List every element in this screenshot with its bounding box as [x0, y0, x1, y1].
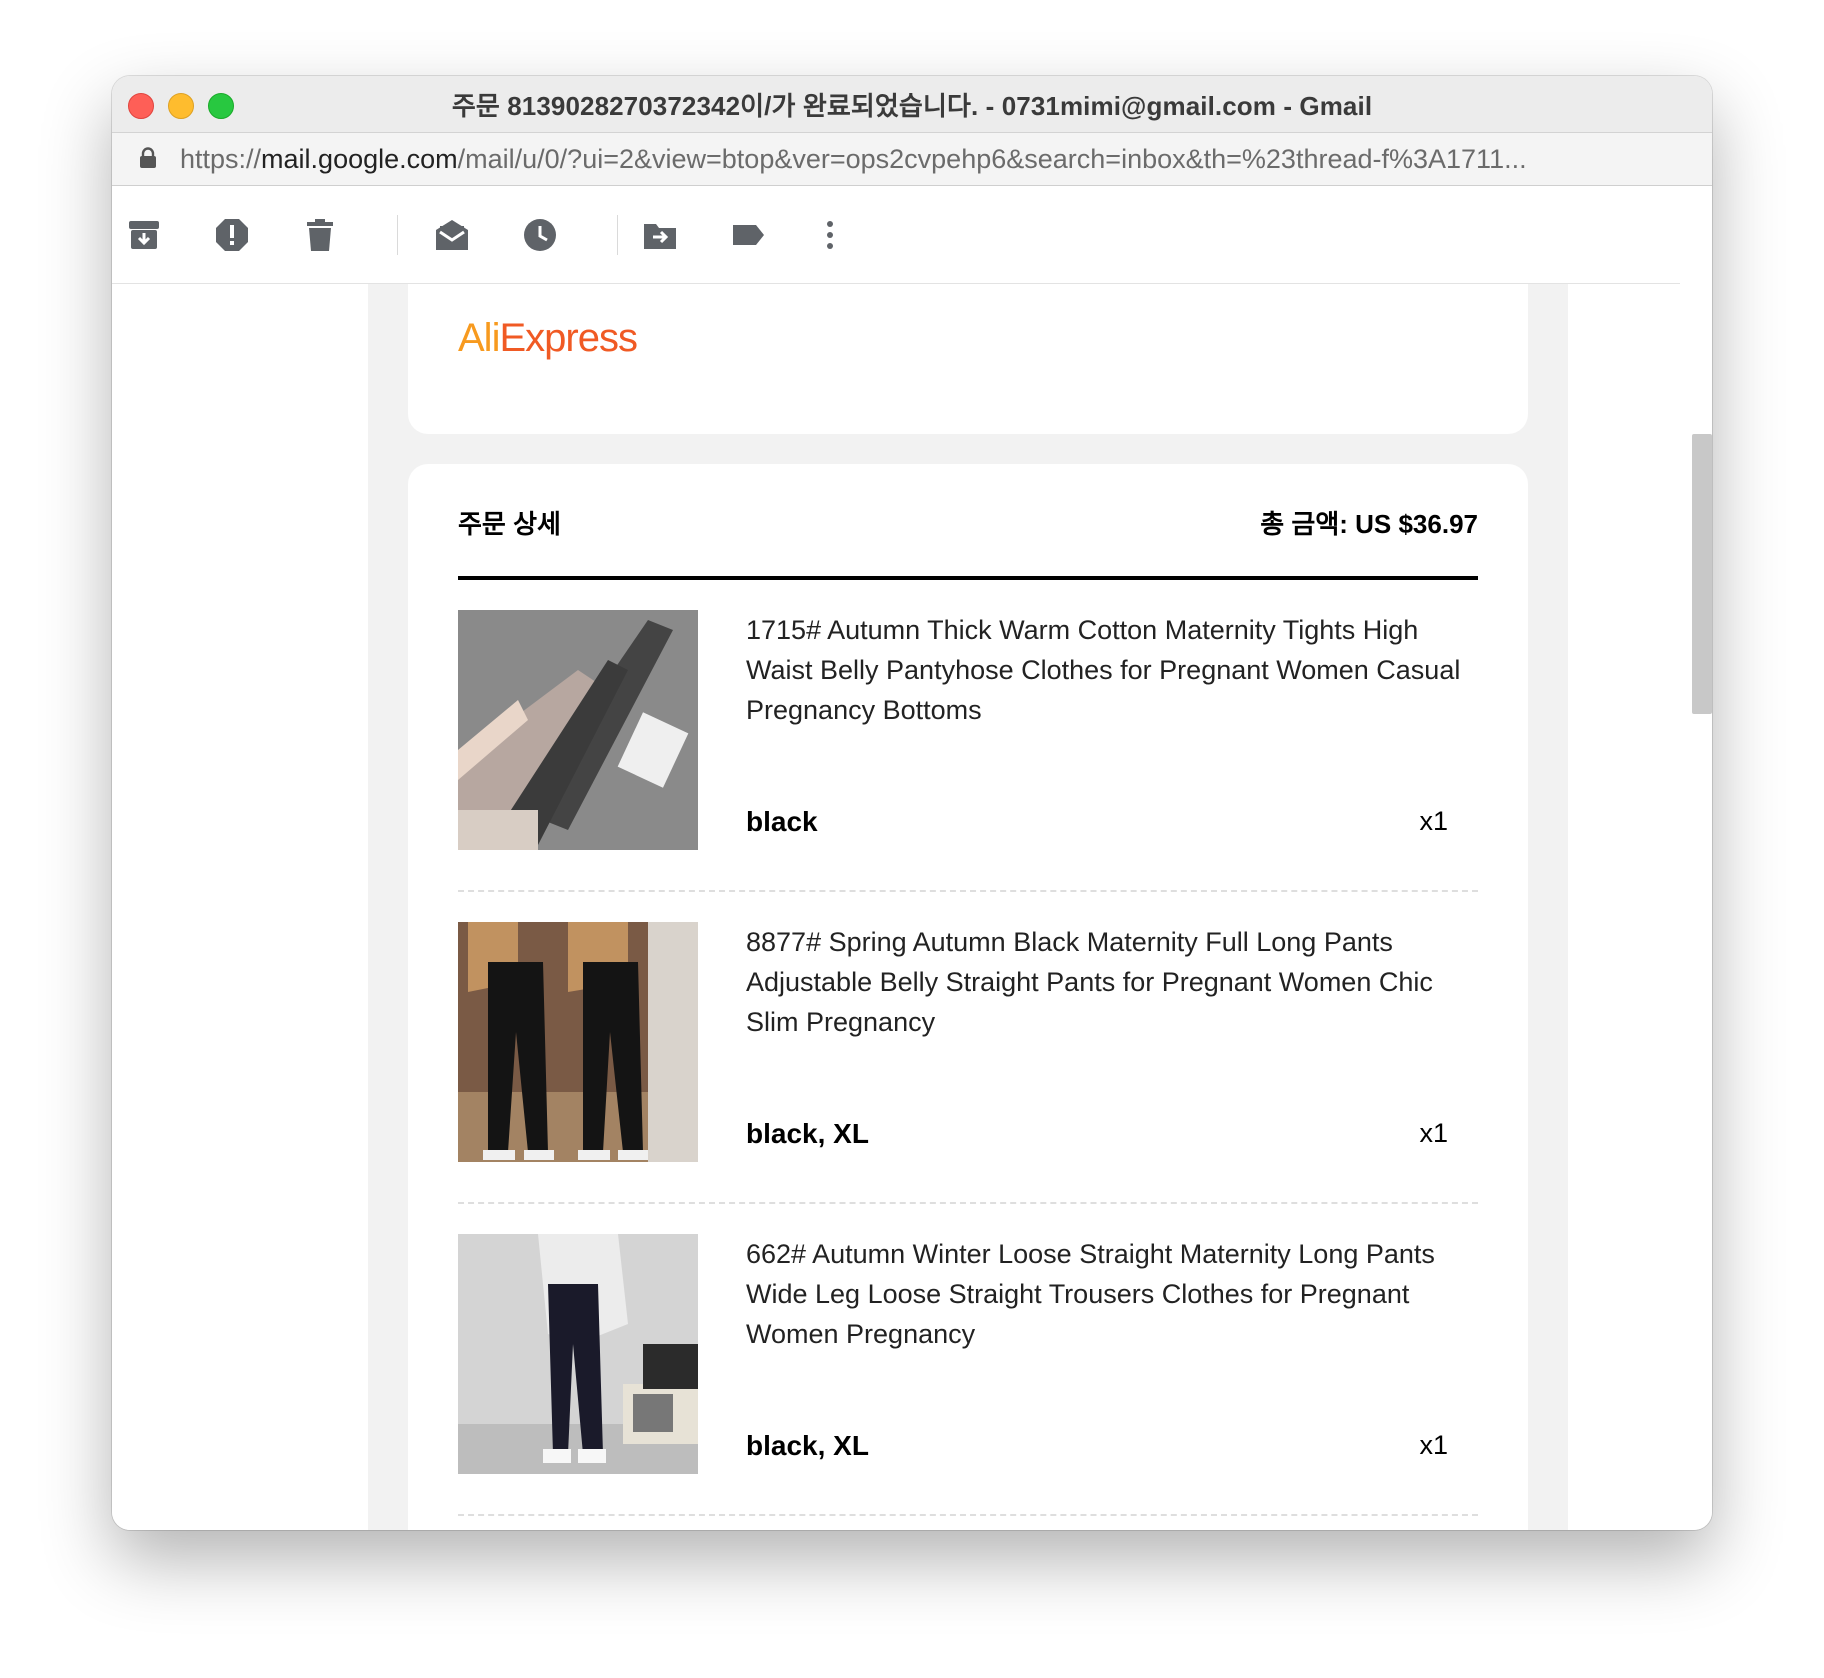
product-image[interactable] — [458, 1234, 698, 1474]
gmail-toolbar — [112, 187, 1680, 284]
url-path: /mail/u/0/?ui=2&view=btop&ver=ops2cvpehp… — [457, 144, 1527, 174]
product-name[interactable]: 8877# Spring Autumn Black Maternity Full… — [746, 922, 1476, 1042]
mark-unread-icon[interactable] — [434, 217, 470, 253]
brand-header-card: AliExpress — [408, 284, 1528, 434]
logo-ali: Ali — [458, 316, 500, 360]
delete-icon[interactable] — [302, 217, 338, 253]
product-variant: black, XL — [746, 1118, 869, 1149]
label-icon[interactable] — [730, 217, 766, 253]
product-quantity: x1 — [1419, 1430, 1448, 1460]
snooze-icon[interactable] — [522, 217, 558, 253]
move-to-icon[interactable] — [642, 217, 678, 253]
item-divider — [458, 1514, 1478, 1516]
browser-window: 주문 8139028270372342이/가 완료되었습니다. - 0731mi… — [112, 76, 1712, 1530]
scrollbar-thumb[interactable] — [1692, 434, 1712, 714]
aliexpress-logo[interactable]: AliExpress — [458, 316, 638, 361]
product-name[interactable]: 662# Autumn Winter Loose Straight Matern… — [746, 1234, 1476, 1354]
toolbar-separator — [617, 215, 618, 255]
product-name[interactable]: 1715# Autumn Thick Warm Cotton Maternity… — [746, 610, 1476, 730]
product-quantity: x1 — [1419, 1118, 1448, 1148]
order-total: 총 금액: US $36.97 — [1260, 509, 1478, 539]
url-text[interactable]: https://mail.google.com/mail/u/0/?ui=2&v… — [180, 144, 1527, 175]
product-variant: black, XL — [746, 1430, 869, 1461]
window-title: 주문 8139028270372342이/가 완료되었습니다. - 0731mi… — [451, 90, 1373, 121]
product-image[interactable] — [458, 922, 698, 1162]
header-divider — [458, 576, 1478, 580]
item-divider — [458, 1202, 1478, 1204]
more-options-icon[interactable] — [812, 217, 848, 253]
archive-icon[interactable] — [126, 217, 162, 253]
title-bar: 주문 8139028270372342이/가 완료되었습니다. - 0731mi… — [112, 76, 1712, 133]
order-item: 662# Autumn Winter Loose Straight Matern… — [458, 1234, 1478, 1530]
close-window-button[interactable] — [128, 93, 154, 119]
report-spam-icon[interactable] — [214, 217, 250, 253]
product-variant: black — [746, 806, 818, 837]
order-item: 1715# Autumn Thick Warm Cotton Maternity… — [458, 610, 1478, 922]
order-details-card: 주문 상세 총 금액: US $36.97 1715# Autumn Thick… — [408, 464, 1528, 1530]
url-host: mail.google.com — [261, 144, 458, 174]
product-image[interactable] — [458, 610, 698, 850]
minimize-window-button[interactable] — [168, 93, 194, 119]
url-scheme: https:// — [180, 144, 262, 174]
order-header: 주문 상세 총 금액: US $36.97 — [458, 504, 1478, 539]
address-bar[interactable]: https://mail.google.com/mail/u/0/?ui=2&v… — [112, 133, 1712, 186]
toolbar-separator — [397, 215, 398, 255]
logo-express: Express — [499, 316, 637, 360]
order-item: 8877# Spring Autumn Black Maternity Full… — [458, 922, 1478, 1234]
zoom-window-button[interactable] — [208, 93, 234, 119]
product-quantity: x1 — [1419, 806, 1448, 836]
item-divider — [458, 890, 1478, 892]
lock-icon — [140, 147, 156, 168]
email-body: AliExpress 주문 상세 총 금액: US $36.97 1715# A… — [112, 284, 1680, 1530]
order-details-title: 주문 상세 — [458, 509, 561, 539]
